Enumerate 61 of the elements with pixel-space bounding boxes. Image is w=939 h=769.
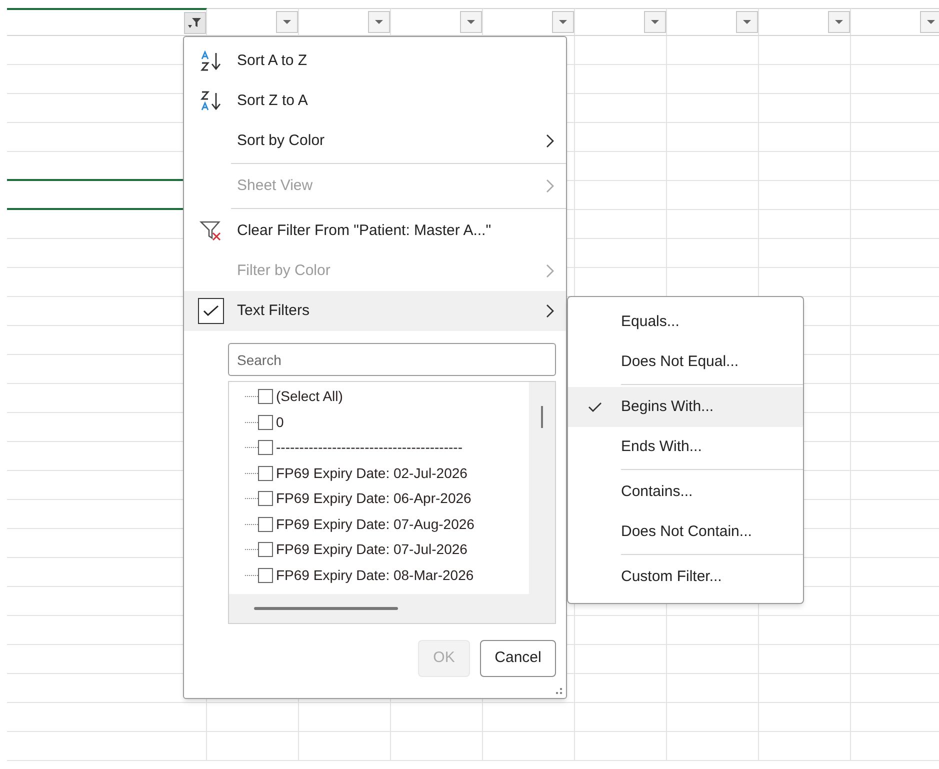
value-label: FP69 Expiry Date: 08-Mar-2026: [276, 566, 474, 585]
value-label: (Select All): [276, 387, 343, 406]
menu-item[interactable]: Equals...: [568, 302, 803, 342]
menu-item[interactable]: Begins With...: [568, 387, 803, 427]
resize-grip-icon: [555, 687, 563, 695]
filter-dropdown-button[interactable]: [828, 11, 850, 33]
checkbox[interactable]: [258, 440, 273, 456]
menu-item[interactable]: Clear Filter From "Patient: Master A...": [184, 211, 566, 251]
caret-icon: [834, 19, 844, 25]
scrollbar-thumb[interactable]: [254, 607, 398, 610]
caret-icon: [558, 19, 568, 25]
menu-item[interactable]: Does Not Contain...: [568, 512, 803, 552]
sort-ascending-icon: [198, 50, 222, 72]
value-label: 0: [276, 412, 284, 432]
checkbox[interactable]: [258, 491, 273, 506]
filter-dropdown-button[interactable]: [644, 11, 666, 33]
caret-icon: [374, 19, 384, 25]
caret-icon: [282, 19, 292, 25]
checkbox[interactable]: [258, 466, 273, 481]
value-label: FP69 Expiry Date: 07-Aug-2026: [276, 514, 474, 534]
menu-item[interactable]: Custom Filter...: [568, 557, 803, 597]
menu-item[interactable]: Text Filters: [184, 291, 566, 331]
chevron-right-icon: [546, 264, 554, 278]
menu-item[interactable]: Sort by Color: [184, 121, 566, 161]
checkbox[interactable]: [258, 542, 273, 558]
checkbox[interactable]: [258, 389, 273, 404]
dialog-button[interactable]: Cancel: [480, 640, 556, 677]
filter-dropdown-button[interactable]: [736, 11, 758, 33]
caret-icon: [742, 19, 752, 25]
clear-filter-icon: [198, 220, 222, 242]
value-label: ----------------------------------------: [276, 438, 462, 458]
chevron-right-icon: [546, 304, 554, 318]
filter-icon: [188, 16, 202, 28]
value-label: FP69 Expiry Date: 07-Jul-2026: [276, 540, 468, 560]
chevron-right-icon: [546, 179, 554, 193]
menu-item[interactable]: Contains...: [568, 472, 803, 512]
caret-icon: [466, 19, 476, 25]
menu-item[interactable]: Ends With...: [568, 427, 803, 467]
search-field[interactable]: Search: [228, 343, 556, 376]
value-label: FP69 Expiry Date: 02-Jul-2026: [276, 464, 468, 483]
filter-dropdown-button[interactable]: [460, 11, 482, 33]
filter-dropdown-button[interactable]: [276, 11, 298, 33]
filter-dropdown-button[interactable]: [184, 12, 206, 34]
scrollbar-thumb[interactable]: [541, 406, 543, 428]
menu-item[interactable]: Sort A to Z: [184, 41, 566, 81]
menu-item[interactable]: Does Not Equal...: [568, 342, 803, 382]
checkbox[interactable]: [198, 298, 224, 324]
checkbox[interactable]: [258, 516, 273, 532]
checkmark-icon: [588, 402, 602, 412]
checkbox[interactable]: [258, 568, 273, 583]
caret-icon: [926, 19, 936, 25]
filter-dropdown-button[interactable]: [552, 11, 574, 33]
checkbox[interactable]: [258, 414, 273, 430]
filter-dropdown-button[interactable]: [920, 11, 939, 33]
chevron-right-icon: [546, 134, 554, 148]
menu-item[interactable]: Sort Z to A: [184, 81, 566, 121]
checkmark-icon: [202, 305, 218, 317]
value-label: FP69 Expiry Date: 06-Apr-2026: [276, 489, 472, 508]
caret-icon: [650, 19, 660, 25]
filter-dropdown-button[interactable]: [368, 11, 390, 33]
sort-descending-icon: [198, 90, 222, 112]
